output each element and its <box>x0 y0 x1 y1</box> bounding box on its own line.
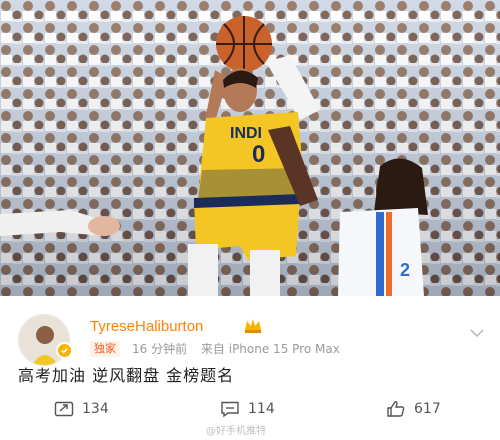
jersey-number: 0 <box>252 141 265 168</box>
like-icon <box>387 401 405 417</box>
watermark: @好手机推特 <box>206 426 266 437</box>
jersey-text: INDI <box>230 125 262 142</box>
opponent-number: 2 <box>400 260 410 280</box>
like-count: 617 <box>414 401 441 417</box>
comment-icon <box>221 401 239 418</box>
post-card: TyreseHaliburton 独家 16 分钟前 来自 iPhone 15 … <box>0 296 500 440</box>
post-meta: 16 分钟前 来自 iPhone 15 Pro Max <box>132 341 340 357</box>
comment-button[interactable]: 114 <box>220 400 275 418</box>
verified-icon <box>56 342 73 359</box>
repost-button[interactable]: 134 <box>54 400 109 418</box>
post-source[interactable]: 来自 iPhone 15 Pro Max <box>201 342 340 356</box>
like-button[interactable]: 617 <box>386 400 441 418</box>
comment-count: 114 <box>248 401 275 417</box>
post-time: 16 分钟前 <box>132 342 188 356</box>
crown-icon <box>244 318 262 338</box>
repost-count: 134 <box>82 401 109 417</box>
basketball <box>216 16 272 72</box>
post-photo[interactable]: INDI 0 2 <box>0 0 500 296</box>
username[interactable]: TyreseHaliburton <box>90 318 203 335</box>
post-text: 高考加油 逆风翻盘 金榜题名 <box>18 366 235 385</box>
repost-icon <box>54 401 74 417</box>
exclusive-tag: 独家 <box>90 341 120 357</box>
chevron-down-icon[interactable] <box>470 322 484 341</box>
